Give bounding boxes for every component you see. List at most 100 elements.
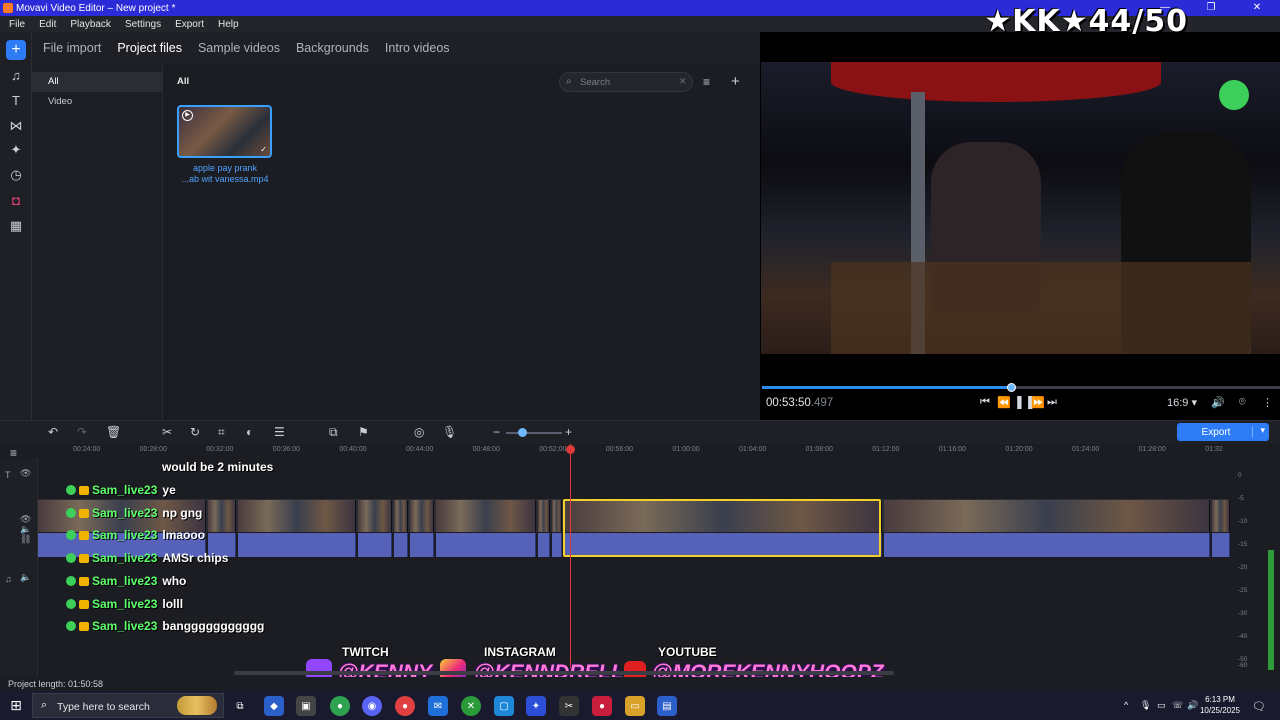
app-icon-record[interactable]: ●: [592, 696, 612, 716]
track-menu-icon[interactable]: ≡: [10, 446, 17, 460]
music-icon[interactable]: ♫: [6, 65, 26, 85]
add-media-button[interactable]: +: [6, 40, 26, 60]
video-clip[interactable]: [552, 500, 562, 532]
color-adjust-icon[interactable]: ◐: [246, 425, 253, 439]
microphone-icon[interactable]: 🎙: [442, 425, 457, 439]
playback-progress-handle[interactable]: [1006, 383, 1016, 392]
sort-icon[interactable]: ≡: [703, 75, 710, 89]
notification-icon[interactable]: 🗨: [1252, 700, 1266, 713]
marker-icon[interactable]: ⚑: [358, 425, 369, 439]
music-track-mute-icon[interactable]: 🔈: [20, 572, 31, 583]
menu-export[interactable]: Export: [175, 19, 204, 30]
visibility-icon[interactable]: 👁: [20, 468, 31, 479]
tab-file-import[interactable]: File import: [43, 41, 101, 55]
overlay-icon[interactable]: ⧉: [329, 425, 338, 440]
capcut-icon[interactable]: ✂: [559, 696, 579, 716]
transitions-icon[interactable]: ⋈: [6, 116, 26, 136]
chevron-down-icon[interactable]: ▾: [1260, 425, 1265, 436]
video-preview[interactable]: [761, 62, 1280, 354]
store-icon[interactable]: ▣: [296, 696, 316, 716]
app-icon-red[interactable]: ●: [395, 696, 415, 716]
snapshot-icon[interactable]: ⌾: [1239, 396, 1246, 409]
task-view-icon[interactable]: ⧉: [230, 696, 250, 716]
record-video-icon[interactable]: ◎: [414, 425, 424, 439]
app-icon-window[interactable]: ▤: [657, 696, 677, 716]
add-track-icon[interactable]: T: [5, 470, 11, 480]
crop-icon[interactable]: ⌗: [218, 425, 225, 440]
tab-backgrounds[interactable]: Backgrounds: [296, 41, 369, 55]
tray-phone-icon[interactable]: ☏: [1172, 700, 1183, 711]
playhead-handle[interactable]: [566, 445, 575, 454]
volume-icon[interactable]: 🔊: [1211, 396, 1225, 409]
tab-intro-videos[interactable]: Intro videos: [385, 41, 450, 55]
audio-clip[interactable]: [1212, 533, 1230, 557]
video-clip[interactable]: [538, 500, 550, 532]
tab-project-files[interactable]: Project files: [117, 41, 182, 55]
skip-end-icon[interactable]: ⏭: [1047, 396, 1057, 409]
cut-icon[interactable]: ✂: [162, 425, 172, 439]
menu-playback[interactable]: Playback: [70, 19, 111, 30]
export-button[interactable]: Export ▾: [1177, 423, 1269, 441]
delete-icon[interactable]: 🗑: [106, 425, 121, 439]
xbox-icon[interactable]: ✕: [461, 696, 481, 716]
rotate-icon[interactable]: ↻: [190, 425, 200, 439]
step-forward-icon[interactable]: ⏩: [1031, 396, 1045, 409]
clip-properties-icon[interactable]: ☰: [274, 425, 285, 439]
more-options-icon[interactable]: ⋮: [1262, 396, 1273, 409]
file-explorer-icon[interactable]: ▭: [625, 696, 645, 716]
audio-clip[interactable]: [358, 533, 392, 557]
close-button[interactable]: ✕: [1234, 0, 1280, 16]
tray-chevron-icon[interactable]: ^: [1124, 700, 1128, 710]
copilot-icon[interactable]: ◆: [264, 696, 284, 716]
windows-start-icon[interactable]: ⊞: [0, 691, 32, 720]
audio-clip[interactable]: [884, 533, 1210, 557]
chrome-icon[interactable]: ●: [330, 696, 350, 716]
menu-edit[interactable]: Edit: [39, 19, 56, 30]
skip-start-icon[interactable]: ⏮: [980, 396, 990, 409]
menu-file[interactable]: File: [9, 19, 25, 30]
zoom-slider-track[interactable]: [506, 432, 562, 434]
audio-clip[interactable]: [538, 533, 550, 557]
tray-network-icon[interactable]: ▭: [1157, 700, 1166, 711]
audio-clip[interactable]: [394, 533, 408, 557]
selected-clip[interactable]: [563, 499, 881, 557]
more-tools-icon[interactable]: ▦: [6, 216, 26, 236]
add-icon[interactable]: +: [731, 73, 740, 90]
menu-settings[interactable]: Settings: [125, 19, 161, 30]
audio-clip[interactable]: [410, 533, 434, 557]
titles-icon[interactable]: T: [6, 90, 26, 110]
tray-mic-icon[interactable]: 🎙: [1140, 700, 1151, 711]
taskbar-search-input[interactable]: [57, 700, 177, 713]
media-search-input[interactable]: [580, 76, 678, 88]
stickers-icon[interactable]: ◘: [6, 190, 26, 210]
video-clip[interactable]: [436, 500, 536, 532]
movavi-taskbar-icon[interactable]: ✦: [526, 696, 546, 716]
filters-icon[interactable]: ✦: [6, 140, 26, 160]
zoom-out-icon[interactable]: −: [493, 425, 500, 439]
redo-icon[interactable]: ↷: [77, 425, 87, 439]
video-clip[interactable]: [884, 500, 1210, 532]
video-clip[interactable]: [394, 500, 408, 532]
discord-icon[interactable]: ◉: [362, 696, 382, 716]
zoom-slider-handle[interactable]: [518, 428, 527, 437]
mail-icon[interactable]: ✉: [428, 696, 448, 716]
tray-volume-icon[interactable]: 🔊: [1187, 700, 1198, 711]
video-clip[interactable]: [208, 500, 236, 532]
zoom-in-icon[interactable]: +: [565, 425, 572, 439]
video-clip[interactable]: [410, 500, 434, 532]
audio-clip[interactable]: [436, 533, 536, 557]
aspect-ratio-select[interactable]: 16:9 ▾: [1167, 396, 1197, 409]
clock[interactable]: 6:13 PM 10/25/2025: [1198, 694, 1242, 716]
audio-clip[interactable]: [238, 533, 356, 557]
audio-clip[interactable]: [552, 533, 562, 557]
video-track-lock-icon[interactable]: ⛓: [20, 534, 31, 545]
effects-icon[interactable]: ◷: [6, 165, 26, 185]
video-clip[interactable]: [238, 500, 356, 532]
category-video[interactable]: Video: [32, 92, 162, 112]
step-back-icon[interactable]: ⏪: [997, 396, 1011, 409]
maximize-button[interactable]: ❐: [1188, 0, 1234, 16]
clear-search-icon[interactable]: ✕: [679, 76, 687, 87]
menu-help[interactable]: Help: [218, 19, 239, 30]
video-clip[interactable]: [358, 500, 392, 532]
media-thumbnail[interactable]: ▶ ✓: [177, 105, 272, 158]
